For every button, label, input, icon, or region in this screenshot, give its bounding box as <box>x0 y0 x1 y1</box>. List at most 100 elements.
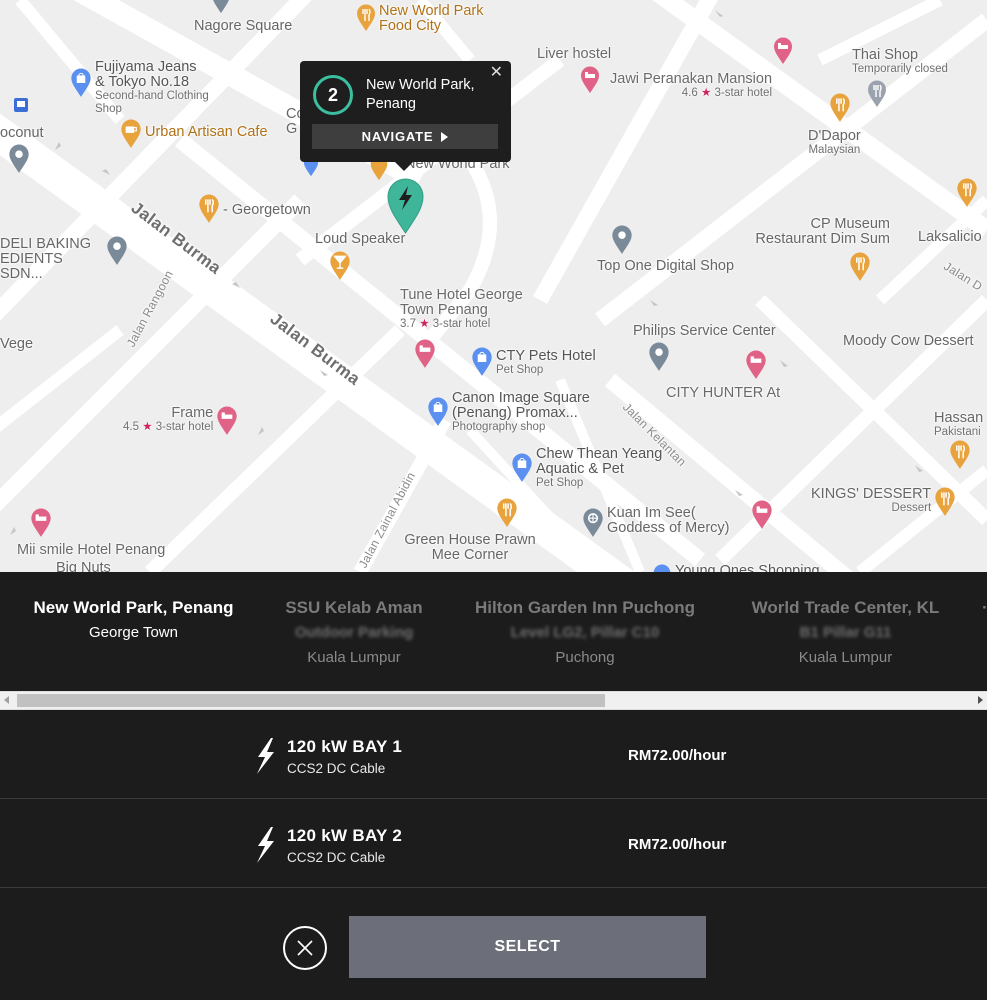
poi[interactable]: Canon Image Square (Penang) Promax... Pho… <box>427 391 602 434</box>
poi[interactable]: D'Dapor Malaysian <box>808 129 861 157</box>
poi[interactable]: Green House Prawn Mee Corner <box>404 533 536 563</box>
location-name: SSU Kelab Aman <box>285 598 423 617</box>
location-city: Puchong <box>555 649 615 666</box>
bay-name: 120 kW BAY 1 <box>287 737 403 756</box>
scroll-left-arrow-icon[interactable] <box>4 696 9 704</box>
cancel-button[interactable] <box>283 926 327 970</box>
poi[interactable]: Fujiyama Jeans & Tokyo No.18 Second-hand … <box>70 60 210 116</box>
location-card-ssu-kelab-aman[interactable]: SSU Kelab Aman Outdoor Parking Kuala Lum… <box>274 598 434 668</box>
poi[interactable]: CP Museum Restaurant Dim Sum <box>745 217 890 247</box>
scrollbar-thumb[interactable] <box>17 694 605 707</box>
place-pin-icon <box>9 144 29 173</box>
place-pin-icon <box>107 236 127 265</box>
restaurant-pin-icon <box>497 498 517 527</box>
place-pin-icon <box>649 342 669 371</box>
bay-name: 120 kW BAY 2 <box>287 826 403 845</box>
dessert-pin-icon <box>935 487 955 516</box>
play-arrow-icon <box>441 131 449 142</box>
location-card-world-trade-center[interactable]: World Trade Center, KL B1 Pillar G11 Kua… <box>739 598 952 668</box>
navigate-button[interactable]: NAVIGATE <box>312 124 498 149</box>
poi[interactable]: New World Park Food City <box>356 4 489 34</box>
location-subtitle: B1 Pillar G11 <box>799 624 892 641</box>
hotel-pin-icon <box>415 339 435 368</box>
restaurant-pin-icon <box>850 252 870 281</box>
bar-pin-icon <box>330 251 350 280</box>
cafe-pin-icon <box>121 119 141 148</box>
poi[interactable]: CTY Pets Hotel Pet Shop <box>471 347 596 377</box>
poi[interactable]: Young Ones Shopping <box>652 564 820 572</box>
poi[interactable]: Liver hostel <box>537 47 611 62</box>
poi[interactable]: CITY HUNTER At <box>666 386 780 401</box>
charging-station-marker-icon[interactable] <box>387 178 424 234</box>
poi[interactable]: Tune Hotel George Town Penang 3.7 ★ 3-sta… <box>400 288 540 331</box>
poi[interactable]: KINGS' DESSERT Dessert <box>811 487 956 517</box>
restaurant-pin-icon <box>957 178 977 207</box>
poi[interactable]: Moody Cow Dessert <box>843 334 974 349</box>
poi[interactable]: Nagore Square <box>194 19 292 34</box>
hotel-pin-icon <box>774 37 792 64</box>
hotel-pin-icon <box>581 66 599 93</box>
location-name: Hilton Garden Inn Puchong <box>474 598 696 617</box>
poi[interactable]: Top One Digital Shop <box>597 259 734 274</box>
restaurant-pin-icon <box>357 4 375 31</box>
poi[interactable]: Loud Speaker <box>315 232 405 247</box>
shopping-pin-icon <box>71 68 91 97</box>
select-button[interactable]: SELECT <box>349 916 706 978</box>
poi[interactable]: Jawi Peranakan Mansion 4.6 ★ 3-star hotel <box>610 72 772 100</box>
location-card-new-world-park[interactable]: New World Park, Penang George Town <box>22 598 245 643</box>
bay-price: RM72.00/hour <box>628 747 727 764</box>
poi[interactable]: Co G <box>286 107 305 137</box>
location-subtitle: Outdoor Parking <box>294 624 414 641</box>
map-view[interactable]: Jalan Burma Jalan Burma Jalan Rangoon Ja… <box>0 0 987 572</box>
poi[interactable]: Frame 4.5 ★ 3-star hotel <box>123 406 238 436</box>
charging-bay-list: 120 kW BAY 1 CCS2 DC Cable RM72.00/hour … <box>0 710 987 888</box>
restaurant-pin-icon <box>830 93 850 122</box>
bay-row-2[interactable]: 120 kW BAY 2 CCS2 DC Cable RM72.00/hour <box>0 799 987 888</box>
close-icon[interactable]: ✕ <box>490 65 503 81</box>
location-name: New World Park, Penang <box>33 598 234 617</box>
hotel-pin-icon <box>746 350 766 379</box>
location-subtitle: Level LG2, Pillar C10 <box>510 624 660 641</box>
close-icon <box>297 940 313 956</box>
restaurant-pin-icon <box>950 440 970 469</box>
hotel-pin-icon <box>217 406 237 435</box>
poi[interactable]: Kuan Im See( Goddess of Mercy) <box>582 506 742 538</box>
poi[interactable]: Laksalicio <box>918 230 982 245</box>
station-info-popup: 2 New World Park, Penang ✕ NAVIGATE <box>300 61 511 171</box>
poi[interactable]: - Georgetown <box>198 194 311 224</box>
poi[interactable]: Hassan Pakistani <box>934 411 983 439</box>
shopping-pin-icon <box>428 397 448 426</box>
poi[interactable]: Big Nuts <box>56 561 111 573</box>
bay-connector-type: CCS2 DC Cable <box>287 850 386 865</box>
hotel-pin-icon <box>752 500 772 529</box>
poi[interactable]: DELI BAKING EDIENTS SDN... <box>0 237 105 282</box>
bus-stop-icon <box>14 98 28 112</box>
poi[interactable]: Vege <box>0 337 33 352</box>
bay-row-1[interactable]: 120 kW BAY 1 CCS2 DC Cable RM72.00/hour <box>0 710 987 799</box>
poi[interactable]: Thai Shop Temporarily closed <box>852 48 948 76</box>
restaurant-pin-icon <box>199 194 219 223</box>
shopping-pin-icon <box>653 564 671 572</box>
poi[interactable]: Mii smile Hotel Penang <box>17 543 165 558</box>
location-city: Kuala Lumpur <box>798 649 893 666</box>
location-name: World Trade Center, KL <box>751 598 940 617</box>
location-card-hilton-garden-inn[interactable]: Hilton Garden Inn Puchong Level LG2, Pil… <box>462 598 708 668</box>
lightning-bolt-icon <box>257 738 274 774</box>
hotel-pin-icon <box>31 508 51 537</box>
place-pin-icon <box>213 0 229 14</box>
location-carousel[interactable]: New World Park, Penang George Town SSU K… <box>0 572 987 691</box>
poi[interactable]: Chew Thean Yeang Aquatic & Pet Pet Shop <box>511 447 676 490</box>
temple-pin-icon <box>583 508 603 537</box>
station-number-badge: 2 <box>313 75 353 115</box>
popup-title: New World Park, Penang <box>366 77 475 112</box>
poi[interactable]: Urban Artisan Cafe <box>120 119 268 149</box>
restaurant-pin-icon <box>868 80 886 107</box>
horizontal-scrollbar[interactable] <box>0 691 987 710</box>
scroll-right-arrow-icon[interactable] <box>978 696 983 704</box>
poi[interactable]: oconut <box>0 126 44 141</box>
location-city: George Town <box>89 624 178 641</box>
poi[interactable]: Philips Service Center <box>633 324 776 339</box>
lightning-bolt-icon <box>257 827 274 863</box>
next-location-card-edge: · <box>982 598 987 618</box>
place-pin-icon <box>612 225 632 254</box>
